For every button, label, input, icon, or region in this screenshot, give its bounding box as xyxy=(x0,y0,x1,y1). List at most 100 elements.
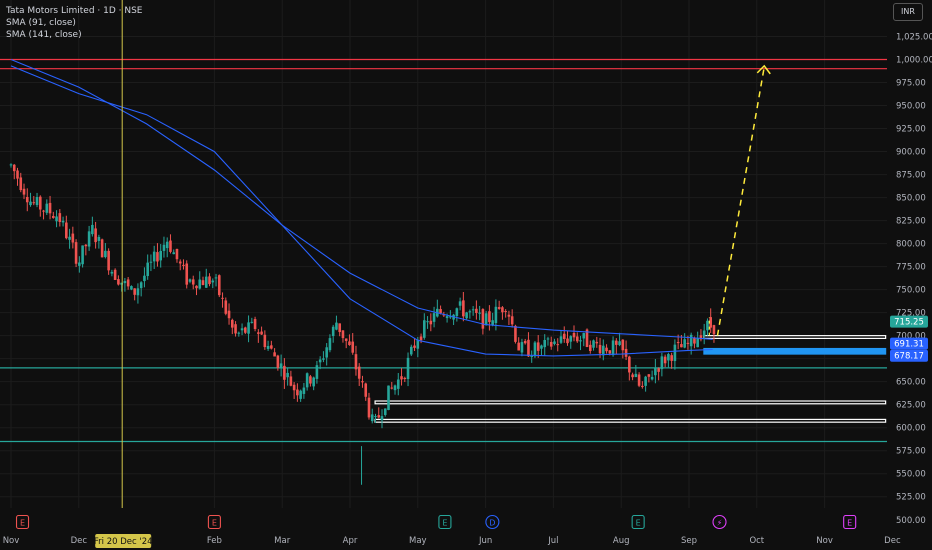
candle-body xyxy=(61,220,65,223)
candle-body xyxy=(331,326,335,337)
candle-body xyxy=(588,344,592,352)
candle-body xyxy=(87,231,91,247)
event-marker-label: E xyxy=(20,519,25,528)
candle-body xyxy=(139,282,143,289)
candle-body xyxy=(644,376,647,386)
candle-body xyxy=(12,164,16,172)
candle-body xyxy=(468,311,472,313)
price-tick-label: 500.00 xyxy=(896,516,926,526)
candle-body xyxy=(462,300,465,317)
event-marker[interactable]: E xyxy=(15,514,30,530)
candle-body xyxy=(299,390,302,399)
candle-body xyxy=(152,251,156,262)
candle-body xyxy=(667,354,670,361)
zone-box xyxy=(703,347,887,355)
candle-body xyxy=(393,385,397,391)
price-tick-label: 575.00 xyxy=(896,447,926,457)
candle-body xyxy=(553,341,556,344)
candle-body xyxy=(237,332,241,334)
event-marker[interactable]: E xyxy=(438,514,452,530)
price-tick-label: 800.00 xyxy=(896,240,926,250)
candle-body xyxy=(540,345,543,349)
time-tick-label: Jul xyxy=(547,536,558,546)
candle-body xyxy=(130,286,133,290)
candle-body xyxy=(364,383,368,397)
candle-body xyxy=(204,276,208,288)
time-tick-label: Sep xyxy=(681,536,697,546)
candle-body xyxy=(309,376,312,384)
candle-body xyxy=(348,341,351,346)
candle-body xyxy=(25,196,29,203)
event-marker[interactable]: E xyxy=(843,514,857,530)
event-marker-label: E xyxy=(212,519,217,528)
candle-body xyxy=(208,276,211,285)
candle-body xyxy=(650,376,654,380)
price-tick-label: 925.00 xyxy=(896,125,926,135)
candle-body xyxy=(325,347,328,358)
candle-body xyxy=(78,262,81,266)
candle-body xyxy=(149,261,153,263)
candle-body xyxy=(110,271,114,274)
price-chart[interactable]: 1,025.00 1,000.00 975.00 950.00 925.00 900.00… xyxy=(0,0,932,550)
time-tick-label: Dec xyxy=(71,536,88,546)
candle-body xyxy=(65,222,68,239)
candle-body xyxy=(478,312,481,314)
candle-body xyxy=(673,344,677,362)
candle-body xyxy=(172,252,176,255)
time-tick-label: Apr xyxy=(343,536,358,546)
candle-body xyxy=(696,338,699,348)
candle-body xyxy=(48,202,52,214)
candle-body xyxy=(357,366,361,379)
symbol-title[interactable]: Tata Motors Limited · 1D · NSE xyxy=(6,5,143,17)
candle-body xyxy=(133,288,136,295)
time-tick-label: Feb xyxy=(207,536,222,546)
candle-body xyxy=(328,338,332,351)
event-marker[interactable]: D xyxy=(485,514,500,530)
sma-91-legend[interactable]: SMA (91, close) xyxy=(6,17,143,29)
candle-body xyxy=(250,321,254,323)
candle-body xyxy=(68,236,71,240)
candle-body xyxy=(279,363,283,369)
time-axis[interactable]: Nov Dec Feb Mar Apr May Jun Jul Aug Sep Oct Nov Dec F… xyxy=(0,508,901,550)
candle-body xyxy=(283,365,286,380)
candle-body xyxy=(292,384,296,391)
candle-body xyxy=(29,201,32,206)
candle-body xyxy=(117,279,120,285)
candle-body xyxy=(188,279,192,282)
candle-body xyxy=(647,374,651,377)
candle-body xyxy=(706,320,709,331)
candle-body xyxy=(260,331,263,335)
candle-body xyxy=(335,322,338,330)
time-tick-label: Mar xyxy=(274,536,291,546)
candle-body xyxy=(631,374,634,378)
candle-body xyxy=(74,242,78,264)
price-tick-label: 950.00 xyxy=(896,102,926,112)
candle-body xyxy=(165,241,169,249)
candle-body xyxy=(354,354,358,370)
candle-body xyxy=(693,337,696,344)
candle-body xyxy=(383,408,387,415)
candle-body xyxy=(602,345,605,356)
price-axis[interactable]: 1,025.00 1,000.00 975.00 950.00 925.00 900.00… xyxy=(888,0,932,550)
currency-button[interactable]: INR xyxy=(893,3,923,21)
candle-body xyxy=(230,319,234,328)
candle-body xyxy=(318,359,322,363)
event-marker[interactable]: E xyxy=(207,514,221,530)
candle-body xyxy=(514,325,517,342)
candle-body xyxy=(305,373,309,388)
candle-body xyxy=(637,374,641,386)
candle-body xyxy=(634,373,638,378)
price-label-text: 691.31 xyxy=(894,340,924,350)
candle-body xyxy=(504,311,507,313)
candle-body xyxy=(676,342,680,344)
candle-body xyxy=(100,239,104,258)
candle-body xyxy=(286,372,289,378)
candle-body xyxy=(409,346,413,355)
candle-body xyxy=(423,320,426,338)
candle-body xyxy=(201,280,205,286)
event-marker[interactable]: E xyxy=(631,514,645,530)
candle-body xyxy=(413,345,416,348)
candle-body xyxy=(663,356,667,364)
sma-141-legend[interactable]: SMA (141, close) xyxy=(6,29,143,41)
candle-body xyxy=(38,196,42,210)
